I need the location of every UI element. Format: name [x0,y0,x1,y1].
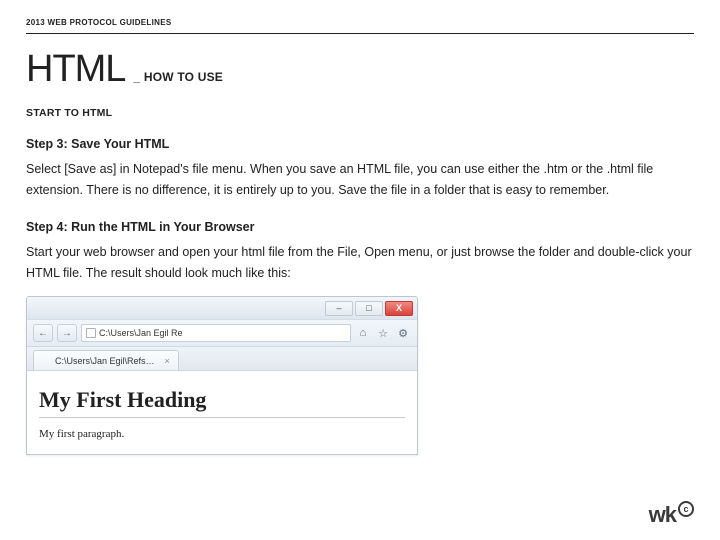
browser-tab[interactable]: C:\Users\Jan Egil\Refs… × [33,350,179,370]
logo-text: wk [649,502,676,528]
address-text: C:\Users\Jan Egil Re [99,328,183,338]
page: 2013 WEB PROTOCOL GUIDELINES HTML _ HOW … [0,0,720,540]
page-title: HTML [26,48,125,91]
tab-label: C:\Users\Jan Egil\Refs… [55,356,155,366]
tab-strip: C:\Users\Jan Egil\Refs… × [27,347,417,371]
browser-window: – □ X ← → C:\Users\Jan Egil Re ⌂ ☆ ⚙ C:\… [26,296,418,455]
page-subtitle: _ HOW TO USE [133,70,223,84]
rendered-divider [39,417,405,418]
step-heading: Step 3: Save Your HTML [26,137,694,151]
copyright-icon: c [678,501,694,517]
gear-icon[interactable]: ⚙ [395,325,411,341]
title-row: HTML _ HOW TO USE [26,48,694,91]
address-bar[interactable]: C:\Users\Jan Egil Re [81,324,351,342]
step-body: Start your web browser and open your htm… [26,242,694,285]
step-body: Select [Save as] in Notepad's file menu.… [26,159,694,202]
forward-button[interactable]: → [57,324,77,342]
rendered-paragraph: My first paragraph. [39,428,405,440]
tab-favicon-icon [42,356,51,365]
divider [26,33,694,34]
close-button[interactable]: X [385,301,413,316]
doc-header-line: 2013 WEB PROTOCOL GUIDELINES [26,18,694,27]
minimize-button[interactable]: – [325,301,353,316]
step-heading: Step 4: Run the HTML in Your Browser [26,220,694,234]
arrow-left-icon: ← [38,328,48,339]
section-heading: START TO HTML [26,107,694,119]
arrow-right-icon: → [62,328,72,339]
rendered-heading: My First Heading [39,387,405,413]
browser-viewport: My First Heading My first paragraph. [27,371,417,454]
maximize-button[interactable]: □ [355,301,383,316]
page-favicon-icon [86,328,96,338]
window-titlebar: – □ X [27,297,417,319]
toolbar-icons: ⌂ ☆ ⚙ [355,325,411,341]
tab-close-icon[interactable]: × [165,356,170,366]
home-icon[interactable]: ⌂ [355,325,371,341]
favorites-icon[interactable]: ☆ [375,325,391,341]
back-button[interactable]: ← [33,324,53,342]
footer-logo: wk c [649,502,694,528]
browser-toolbar: ← → C:\Users\Jan Egil Re ⌂ ☆ ⚙ [27,319,417,347]
